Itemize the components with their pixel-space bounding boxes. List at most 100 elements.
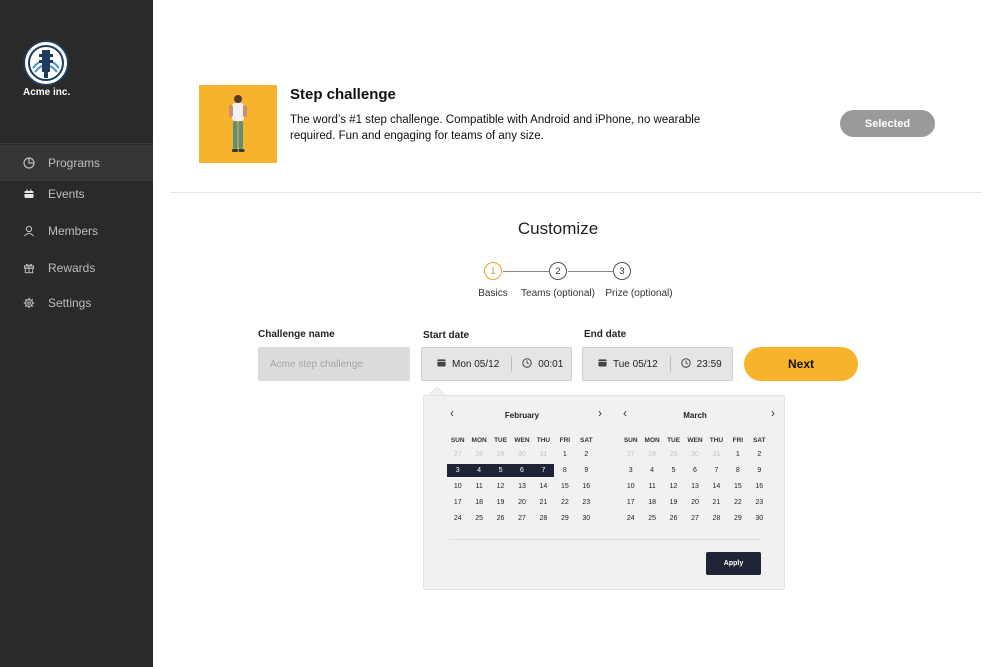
calendar-day[interactable]: 9 (749, 464, 770, 477)
calendar-day[interactable]: 23 (749, 496, 770, 509)
calendar-day[interactable]: 29 (663, 448, 684, 461)
calendar-day[interactable]: 19 (663, 496, 684, 509)
weekday-label: FRI (559, 437, 571, 444)
calendar-day[interactable]: 1 (554, 448, 575, 461)
next-button[interactable]: Next (744, 347, 858, 381)
sidebar-item-members[interactable]: Members (0, 213, 153, 249)
calendar-day[interactable]: 30 (749, 512, 770, 525)
calendar-day[interactable]: 18 (641, 496, 662, 509)
calendar-day[interactable]: 20 (684, 496, 705, 509)
start-date-picker[interactable]: Mon 05/12 00:01 (421, 347, 572, 381)
sidebar-item-label: Rewards (48, 261, 96, 275)
calendar-day[interactable]: 10 (447, 480, 468, 493)
next-month-chevron-icon[interactable]: › (766, 406, 780, 420)
calendar-day[interactable]: 22 (554, 496, 575, 509)
calendar-day[interactable]: 5 (663, 464, 684, 477)
calendar-day[interactable]: 27 (620, 448, 641, 461)
calendar-day[interactable]: 4 (641, 464, 662, 477)
calendar-week-row: 17 18 19 20 21 22 23 (447, 496, 597, 512)
calendar-day[interactable]: 13 (684, 480, 705, 493)
calendar-day[interactable]: 15 (554, 480, 575, 493)
calendar-day[interactable]: 23 (576, 496, 597, 509)
calendar-day[interactable]: 24 (447, 512, 468, 525)
weekday-label: WEN (514, 437, 530, 444)
pie-chart-icon (22, 156, 36, 170)
next-month-chevron-icon[interactable]: › (593, 406, 607, 420)
calendar-week-row: 10 11 12 13 14 15 16 (447, 480, 597, 496)
weekday-header-row: SUN MON TUE WEN THU FRI SAT (447, 434, 597, 448)
calendar-day[interactable]: 18 (468, 496, 489, 509)
calendar-day[interactable]: 20 (511, 496, 532, 509)
calendar-day[interactable]: 19 (490, 496, 511, 509)
calendar-day[interactable]: 9 (576, 464, 597, 477)
challenge-name-input[interactable] (258, 347, 410, 381)
calendar-day[interactable]: 17 (620, 496, 641, 509)
calendar-day[interactable]: 30 (511, 448, 532, 461)
calendar-day[interactable]: 29 (554, 512, 575, 525)
calendar-day[interactable]: 12 (490, 480, 511, 493)
calendar-day[interactable]: 28 (533, 512, 554, 525)
calendar-day[interactable]: 8 (554, 464, 575, 477)
step-3-circle[interactable]: 3 (613, 262, 631, 280)
calendar-day-selected[interactable]: 6 (511, 464, 533, 477)
end-date-value: Tue 05/12 (613, 358, 658, 370)
step-2-label: Teams (optional) (521, 288, 595, 299)
calendar-day[interactable]: 30 (684, 448, 705, 461)
calendar-day[interactable]: 12 (663, 480, 684, 493)
calendar-day[interactable]: 28 (641, 448, 662, 461)
calendar-day[interactable]: 27 (511, 512, 532, 525)
weekday-label: WEN (687, 437, 703, 444)
calendar-day[interactable]: 28 (706, 512, 727, 525)
sidebar-item-settings[interactable]: Settings (0, 285, 153, 321)
calendar-day[interactable]: 2 (749, 448, 770, 461)
calendar-day-selected[interactable]: 4 (468, 464, 490, 477)
calendar-day[interactable]: 13 (511, 480, 532, 493)
calendar-day[interactable]: 28 (468, 448, 489, 461)
end-date-picker[interactable]: Tue 05/12 23:59 (582, 347, 733, 381)
sidebar-item-label: Members (48, 224, 99, 238)
calendar-day[interactable]: 11 (468, 480, 489, 493)
sidebar-item-rewards[interactable]: Rewards (0, 250, 153, 286)
calendar-day[interactable]: 11 (641, 480, 662, 493)
weekday-label: MON (644, 437, 660, 444)
sidebar-item-events[interactable]: Events (0, 176, 153, 212)
calendar-day-selected[interactable]: 7 (532, 464, 555, 477)
calendar-day[interactable]: 10 (620, 480, 641, 493)
calendar-day[interactable]: 29 (490, 448, 511, 461)
calendar-day[interactable]: 17 (447, 496, 468, 509)
calendar-day[interactable]: 31 (533, 448, 554, 461)
calendar-day-selected[interactable]: 5 (489, 464, 512, 477)
calendar-day[interactable]: 1 (727, 448, 748, 461)
calendar-day[interactable]: 3 (620, 464, 641, 477)
calendar-day[interactable]: 21 (706, 496, 727, 509)
calendar-day[interactable]: 29 (727, 512, 748, 525)
calendar-day[interactable]: 31 (706, 448, 727, 461)
sidebar: Acme inc. Programs Events Members Reward… (0, 0, 153, 667)
calendar-day[interactable]: 16 (576, 480, 597, 493)
calendar-day[interactable]: 27 (684, 512, 705, 525)
company-logo[interactable] (23, 40, 69, 86)
calendar-day[interactable]: 14 (706, 480, 727, 493)
step-2-circle[interactable]: 2 (549, 262, 567, 280)
calendar-day[interactable]: 24 (620, 512, 641, 525)
calendar-day[interactable]: 26 (663, 512, 684, 525)
calendar-day[interactable]: 26 (490, 512, 511, 525)
calendar-day[interactable]: 14 (533, 480, 554, 493)
calendar-day[interactable]: 22 (727, 496, 748, 509)
calendar-day[interactable]: 16 (749, 480, 770, 493)
calendar-day-selected[interactable]: 3 (447, 464, 469, 477)
weekday-label: THU (536, 437, 551, 444)
calendar-day[interactable]: 6 (684, 464, 705, 477)
calendar-day[interactable]: 8 (727, 464, 748, 477)
apply-button[interactable]: Apply (706, 552, 761, 575)
calendar-day[interactable]: 25 (468, 512, 489, 525)
calendar-day[interactable]: 15 (727, 480, 748, 493)
selected-button[interactable]: Selected (840, 110, 935, 137)
calendar-day[interactable]: 21 (533, 496, 554, 509)
calendar-day[interactable]: 27 (447, 448, 468, 461)
calendar-day[interactable]: 2 (576, 448, 597, 461)
calendar-day[interactable]: 7 (706, 464, 727, 477)
calendar-day[interactable]: 30 (576, 512, 597, 525)
calendar-day[interactable]: 25 (641, 512, 662, 525)
step-1-circle[interactable]: 1 (484, 262, 502, 280)
